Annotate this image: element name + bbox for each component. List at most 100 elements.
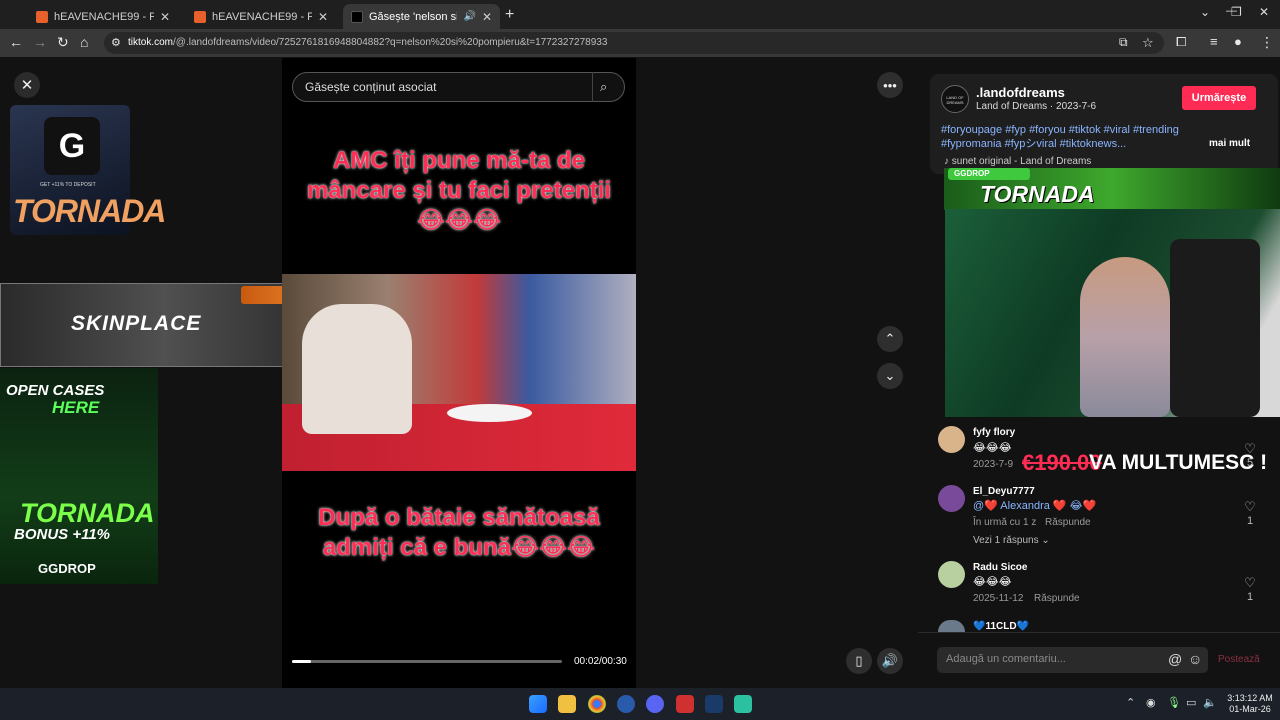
like-count: 1 [1246, 591, 1254, 603]
more-options-button[interactable]: ••• [877, 72, 903, 98]
steam-icon[interactable] [705, 695, 723, 713]
caption-bottom: După o bătaie sănătoasă admiți că e bună… [318, 504, 600, 561]
comment-text: @❤️ Alexandra ❤️ 😂❤️ [973, 500, 1097, 512]
skinplace-ad: SKINPLACE [0, 283, 328, 367]
ad-open-cases-text: OPEN CASES [6, 382, 105, 399]
close-window-icon[interactable]: ✕ [1259, 5, 1269, 19]
taskbar: ⌃ ◉ 🎙 ▭ 🔈 3:13:12 AM 01-Mar-26 [0, 688, 1280, 720]
address-bar[interactable]: ⚙ tiktok.com/@.landofdreams/video/725276… [104, 32, 1164, 54]
tab-bar: hEAVENACHE99 - Player Profile ✕ hEAVENAC… [0, 0, 1280, 29]
speaker-icon[interactable]: 🔊 [463, 11, 475, 22]
video-frame [282, 274, 636, 471]
url-text[interactable]: tiktok.com/@.landofdreams/video/72527618… [128, 37, 607, 48]
search-icon[interactable]: ⌕ [600, 79, 607, 95]
heart-icon[interactable]: ♡ [1243, 499, 1257, 515]
comment-input[interactable]: Adaugă un comentariu... @ ☺ [937, 647, 1208, 673]
gaming-chair [1170, 239, 1260, 417]
comment-author[interactable]: fyfy flory [973, 427, 1015, 438]
ad-skinplace-text: SKINPLACE [71, 312, 202, 335]
video-time: 00:02/00:30 [574, 656, 627, 667]
faceit-favicon-icon [194, 10, 206, 23]
shield-app-icon[interactable] [676, 695, 694, 713]
steam-tray-icon[interactable]: ◉ [1146, 696, 1156, 709]
home-icon[interactable]: ⌂ [80, 34, 88, 50]
reply-button[interactable]: Răspunde [1045, 517, 1091, 528]
comment-placeholder: Adaugă un comentariu... [946, 653, 1066, 665]
avatar[interactable] [938, 485, 965, 512]
cast-icon[interactable]: ⧉ [1119, 35, 1128, 50]
tab-player-profile-2[interactable]: hEAVENACHE99 - Player Profile ✕ [186, 4, 336, 29]
discord-icon[interactable] [646, 695, 664, 713]
tray-expand-icon[interactable]: ⌃ [1126, 696, 1135, 709]
chrome-icon[interactable] [588, 695, 606, 713]
streamer-figure [1080, 257, 1170, 417]
view-replies-button[interactable]: Vezi 1 răspuns ⌄ [973, 535, 1050, 546]
avatar[interactable] [938, 426, 965, 453]
ggdrop-banner-label: GGDROP [948, 168, 1030, 180]
search-placeholder: Găsește conținut asociat [305, 80, 437, 94]
faceit-favicon-icon [36, 10, 48, 23]
menu-icon[interactable]: ⋮ [1260, 34, 1274, 51]
author-display: Land of Dreams · 2023-7-6 [976, 101, 1097, 112]
back-icon[interactable]: ← [9, 34, 23, 50]
microphone-icon[interactable]: 🎙 [1167, 696, 1181, 709]
close-tab-icon[interactable]: ✕ [160, 10, 170, 24]
avatar[interactable] [938, 561, 965, 588]
tab-player-profile-1[interactable]: hEAVENACHE99 - Player Profile ✕ [28, 4, 178, 29]
reply-button[interactable]: Răspunde [1034, 593, 1080, 604]
related-search-input[interactable]: Găsește conținut asociat [292, 72, 625, 102]
divider [918, 632, 1280, 633]
new-tab-icon[interactable]: + [505, 6, 514, 24]
network-icon[interactable]: ▭ [1186, 696, 1196, 709]
profile-icon[interactable]: ● [1234, 34, 1242, 49]
volume-button[interactable]: 🔊 [877, 648, 903, 674]
bookmark-star-icon[interactable]: ☆ [1142, 35, 1154, 51]
comment-text: 😂😂😂 [973, 576, 1012, 588]
file-explorer-icon[interactable] [558, 695, 576, 713]
follow-button[interactable]: Urmărește [1182, 86, 1256, 110]
author-avatar[interactable]: LAND OF DREAMS [941, 85, 969, 113]
app-icon[interactable] [617, 695, 635, 713]
forward-icon[interactable]: → [33, 34, 47, 50]
mention-icon[interactable]: @ [1168, 651, 1182, 667]
progress-track[interactable] [292, 660, 562, 663]
windows-start-icon[interactable] [529, 695, 547, 713]
emoji-icon[interactable]: ☺ [1188, 651, 1202, 667]
previous-video-button[interactable]: ⌃ [877, 326, 903, 352]
comment-author[interactable]: El_Deyu7777 [973, 486, 1035, 497]
tiktok-favicon-icon [351, 10, 363, 23]
tab-tiktok-search[interactable]: Găsește 'nelson si pompier 🔊 ✕ [343, 4, 500, 29]
close-tab-icon[interactable]: ✕ [482, 10, 492, 24]
reload-icon[interactable]: ↻ [57, 34, 69, 51]
restore-icon[interactable]: ❐ [1231, 5, 1242, 19]
next-video-button[interactable]: ⌄ [877, 363, 903, 389]
tab-search-icon[interactable]: ⌄ [1200, 5, 1210, 19]
sound-row[interactable]: ♪ sunet original - Land of Dreams [944, 156, 1091, 167]
person-shape [302, 304, 412, 434]
tornada-banner-label: TORNADA [980, 181, 1095, 207]
post-button[interactable]: Postează [1218, 654, 1260, 665]
comment-date: În urmă cu 1 z [973, 517, 1037, 528]
app-icon[interactable] [734, 695, 752, 713]
reading-list-icon[interactable]: ≡ [1210, 34, 1218, 49]
volume-tray-icon[interactable]: 🔈 [1203, 696, 1217, 709]
mini-player-button[interactable]: ▯ [846, 648, 872, 674]
author-handle[interactable]: .landofdreams [976, 85, 1065, 100]
ad-deposit-text: GET +11% TO DEPOSIT [40, 182, 96, 188]
heart-icon[interactable]: ♡ [1243, 441, 1257, 457]
heart-icon[interactable]: ♡ [1243, 575, 1257, 591]
clock[interactable]: 3:13:12 AM 01-Mar-26 [1225, 693, 1275, 715]
close-video-button[interactable]: ✕ [14, 72, 40, 98]
ad-ggdrop-text: GGDROP [38, 561, 96, 576]
comment-date: 2025-11-12 [973, 593, 1024, 604]
streamer-webcam [945, 209, 1280, 417]
comment-author[interactable]: 💙11CLD💙 [973, 621, 1029, 632]
close-tab-icon[interactable]: ✕ [318, 10, 328, 24]
tornada-ad: G GET +11% TO DEPOSIT TORNADA [0, 105, 166, 245]
site-info-icon[interactable]: ⚙ [111, 36, 121, 49]
hashtags[interactable]: #foryoupage #fyp #foryou #tiktok #viral … [941, 123, 1206, 151]
comment-author[interactable]: Radu Sicoe [973, 562, 1027, 573]
video-player[interactable]: AMC îți pune mă-ta de mâncare și tu faci… [282, 58, 636, 688]
more-link[interactable]: mai mult [1209, 138, 1250, 149]
extensions-icon[interactable]: ⧠ [1176, 34, 1186, 50]
